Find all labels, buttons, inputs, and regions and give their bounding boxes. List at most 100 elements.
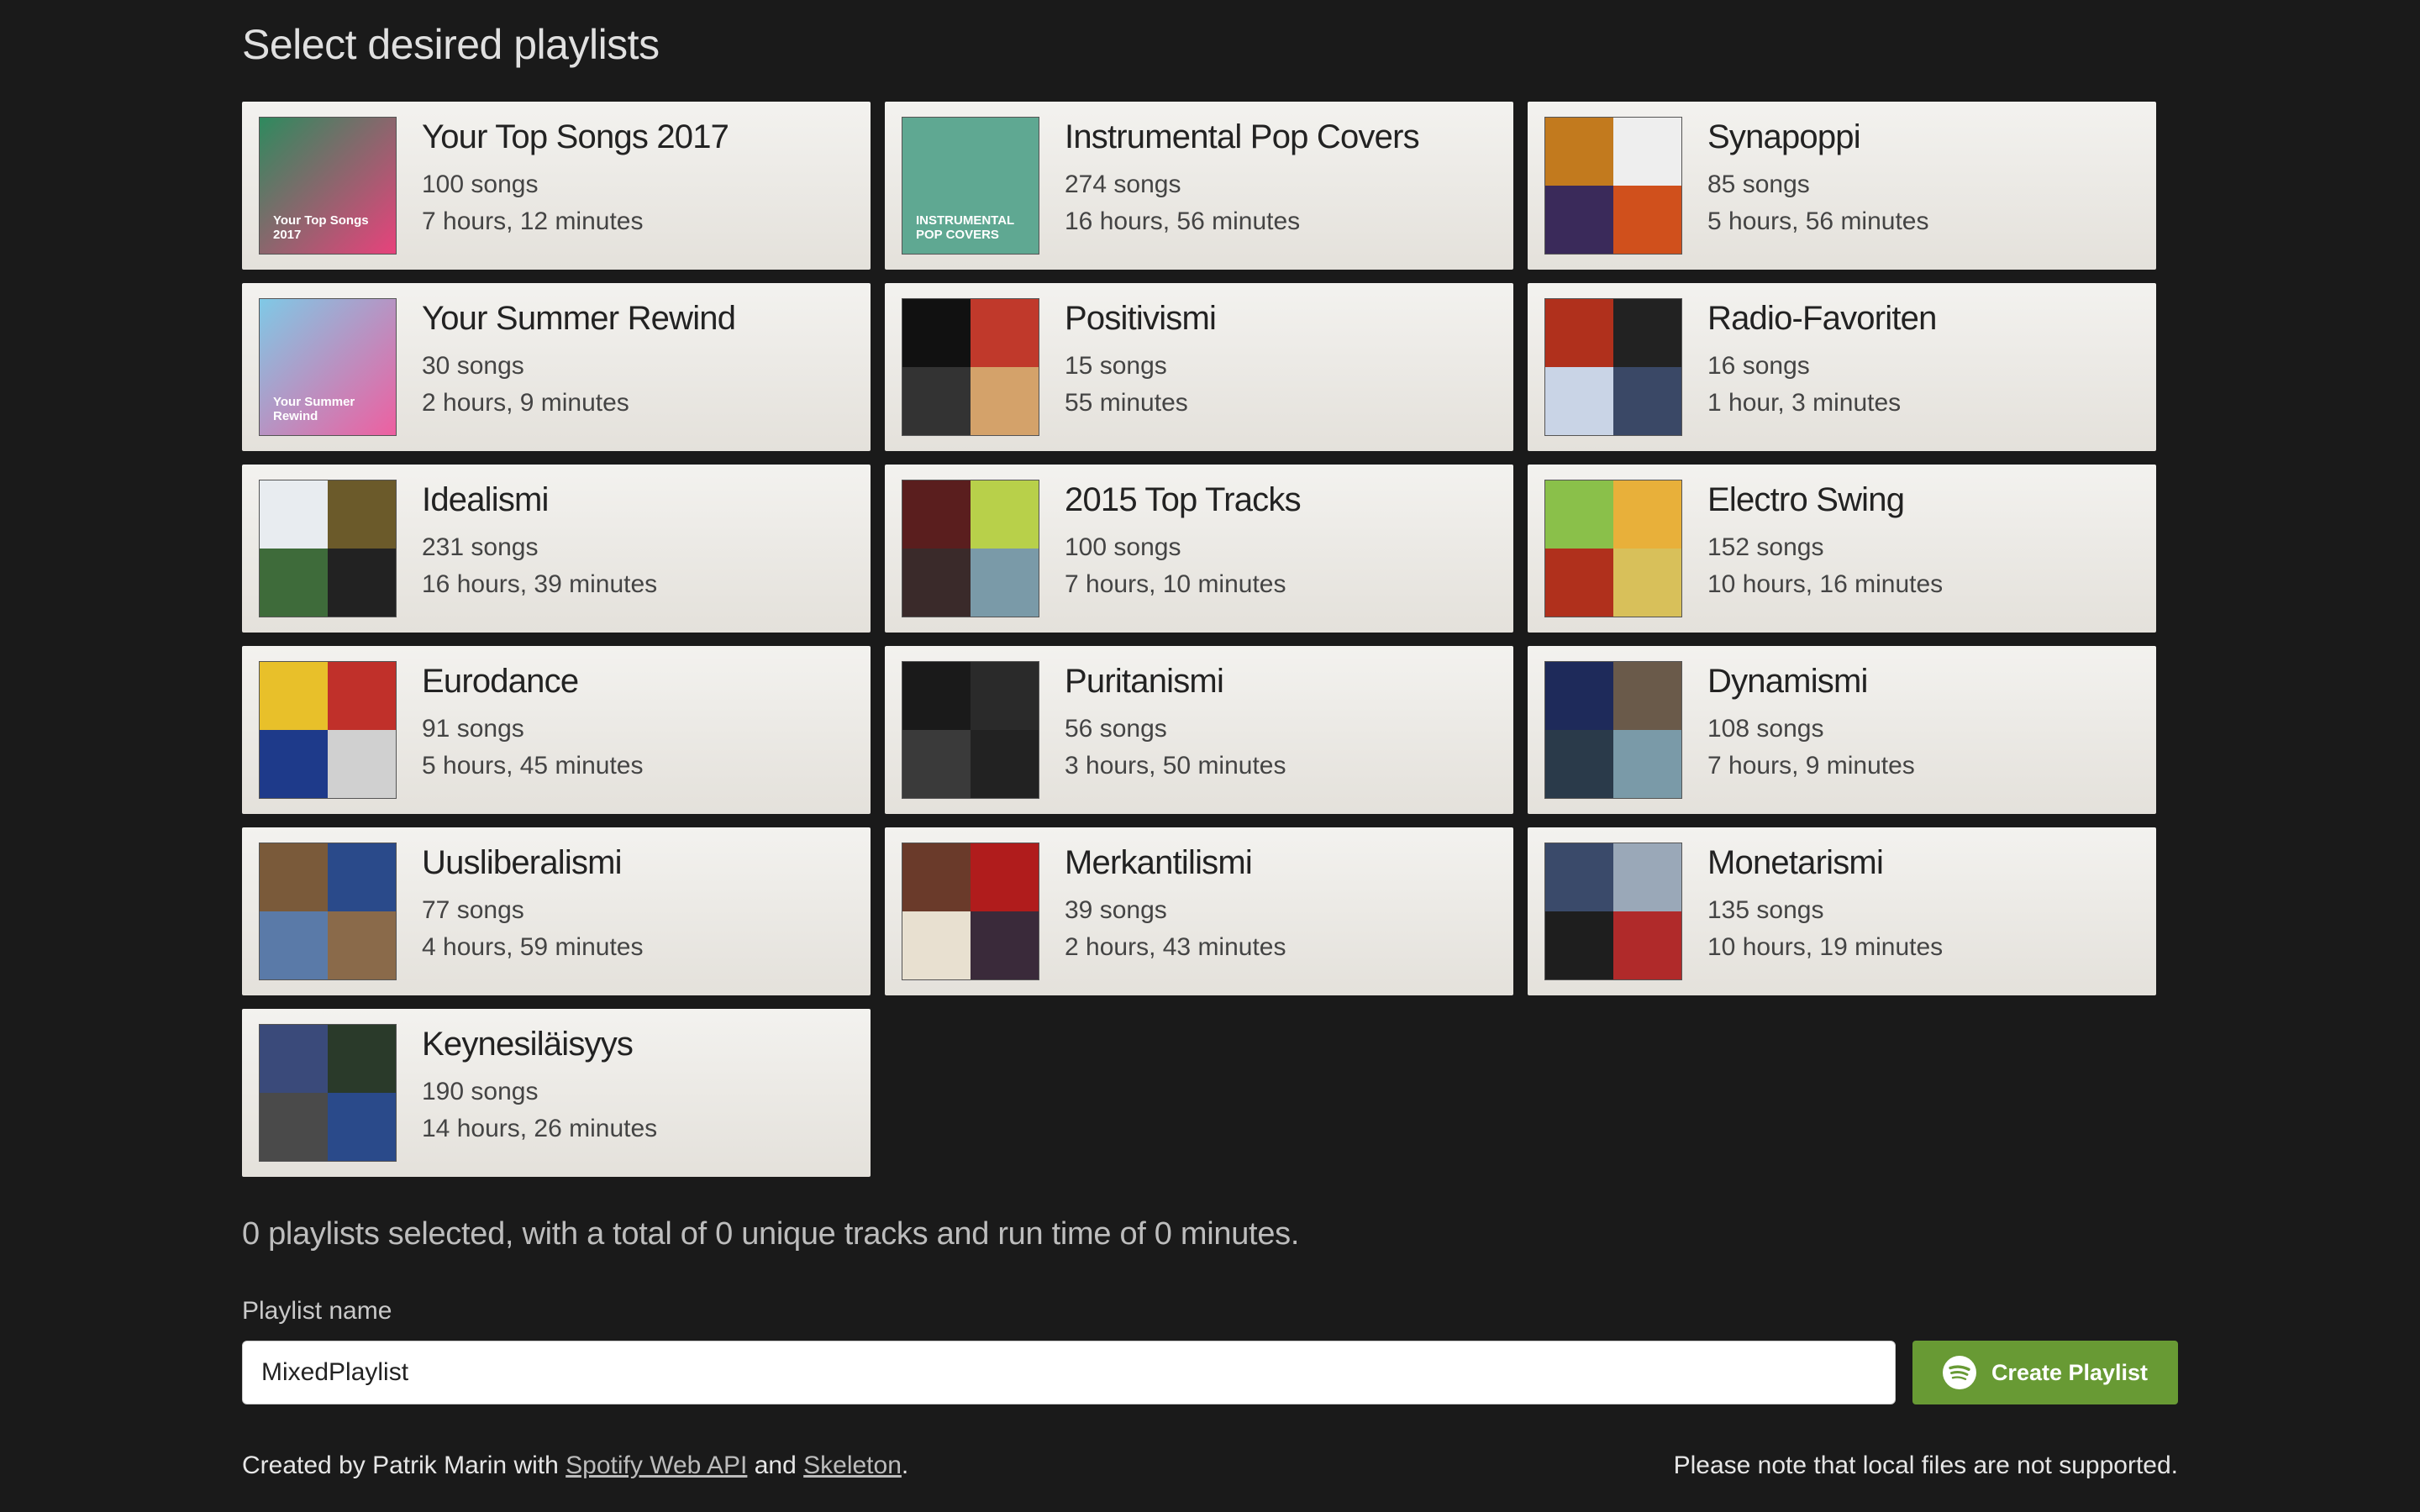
- album-art-tile: [1613, 186, 1681, 254]
- playlist-card[interactable]: Synapoppi 85 songs 5 hours, 56 minutes: [1528, 102, 2156, 270]
- playlist-cover-image: [1544, 298, 1682, 436]
- playlist-cover-image: [259, 661, 397, 799]
- playlist-cover-image: [902, 480, 1039, 617]
- playlist-card[interactable]: 2015 Top Tracks 100 songs 7 hours, 10 minu…: [885, 465, 1513, 633]
- playlist-cover-image: [902, 661, 1039, 799]
- playlist-cover-image: [1544, 117, 1682, 255]
- playlist-title: Electro Swing: [1707, 481, 1905, 518]
- playlist-title: Your Summer Rewind: [422, 300, 736, 337]
- album-art-tile: [260, 549, 328, 617]
- playlist-cover-image: Your Top Songs 2017: [259, 117, 397, 255]
- playlist-song-count: 100 songs: [422, 171, 539, 198]
- footer-note: Please note that local files are not sup…: [1673, 1452, 2178, 1479]
- album-art-tile: [260, 1025, 328, 1093]
- album-art-tile: [971, 911, 1039, 979]
- create-playlist-label: Create Playlist: [1991, 1359, 2149, 1385]
- playlist-song-count: 135 songs: [1707, 896, 1824, 924]
- playlist-card[interactable]: Idealismi 231 songs 16 hours, 39 minutes: [242, 465, 871, 633]
- playlist-duration: 2 hours, 9 minutes: [422, 389, 629, 417]
- playlist-card[interactable]: Positivismi 15 songs 55 minutes: [885, 283, 1513, 451]
- playlist-cover-image: INSTRUMENTAL POP COVERS: [902, 117, 1039, 255]
- album-art-tile: [971, 480, 1039, 549]
- page-title: Select desired playlists: [242, 21, 660, 68]
- playlist-title: Keynesiläisyys: [422, 1026, 634, 1063]
- playlist-card[interactable]: Monetarismi 135 songs 10 hours, 19 minutes: [1528, 827, 2156, 995]
- album-art-tile: [902, 730, 971, 798]
- playlist-card[interactable]: Puritanismi 56 songs 3 hours, 50 minutes: [885, 646, 1513, 814]
- playlist-duration: 14 hours, 26 minutes: [422, 1115, 658, 1142]
- spotify-web-api-link[interactable]: Spotify Web API: [566, 1452, 747, 1479]
- playlist-cover-text: Your Summer Rewind: [273, 394, 355, 423]
- playlist-duration: 16 hours, 39 minutes: [422, 570, 658, 598]
- album-art-tile: [1545, 662, 1613, 730]
- playlist-duration: 1 hour, 3 minutes: [1707, 389, 1902, 417]
- playlist-card[interactable]: Radio-Favoriten 16 songs 1 hour, 3 minutes: [1528, 283, 2156, 451]
- album-art-tile: [1545, 480, 1613, 549]
- playlist-cover-image: [259, 1024, 397, 1162]
- album-art-tile: [260, 843, 328, 911]
- playlist-card[interactable]: Dynamismi 108 songs 7 hours, 9 minutes: [1528, 646, 2156, 814]
- album-art-tile: [1545, 549, 1613, 617]
- playlist-card[interactable]: Your Summer Rewind Your Summer Rewind 30 s…: [242, 283, 871, 451]
- album-art-tile: [902, 299, 971, 367]
- playlist-cover-image: [902, 298, 1039, 436]
- playlist-duration: 2 hours, 43 minutes: [1065, 933, 1286, 961]
- album-art-tile: [902, 480, 971, 549]
- album-art-tile: [1545, 186, 1613, 254]
- spotify-icon: [1942, 1356, 1976, 1389]
- playlist-card[interactable]: INSTRUMENTAL POP COVERS Instrumental Pop …: [885, 102, 1513, 270]
- playlist-card[interactable]: Electro Swing 152 songs 10 hours, 16 minut…: [1528, 465, 2156, 633]
- playlist-duration: 7 hours, 12 minutes: [422, 207, 644, 235]
- album-art-tile: [328, 911, 396, 979]
- album-art-tile: [902, 911, 971, 979]
- playlist-song-count: 16 songs: [1707, 352, 1810, 380]
- album-art-tile: [328, 1093, 396, 1161]
- playlist-cover-text: INSTRUMENTAL POP COVERS: [916, 213, 1014, 242]
- playlist-song-count: 231 songs: [422, 533, 539, 561]
- playlist-duration: 7 hours, 10 minutes: [1065, 570, 1286, 598]
- playlist-card[interactable]: Keynesiläisyys 190 songs 14 hours, 26 minu…: [242, 1009, 871, 1177]
- album-art-tile: [1613, 843, 1681, 911]
- playlist-song-count: 100 songs: [1065, 533, 1181, 561]
- playlist-card[interactable]: Eurodance 91 songs 5 hours, 45 minutes: [242, 646, 871, 814]
- playlist-title: Synapoppi: [1707, 118, 1861, 155]
- album-art-tile: [328, 843, 396, 911]
- playlist-card[interactable]: Uusliberalismi 77 songs 4 hours, 59 minute…: [242, 827, 871, 995]
- album-art-tile: [971, 367, 1039, 435]
- playlist-duration: 5 hours, 56 minutes: [1707, 207, 1929, 235]
- album-art-tile: [328, 1025, 396, 1093]
- skeleton-link[interactable]: Skeleton: [803, 1452, 902, 1479]
- album-art-tile: [902, 843, 971, 911]
- playlist-title: Uusliberalismi: [422, 844, 623, 881]
- album-art-tile: [1613, 730, 1681, 798]
- playlist-title: Monetarismi: [1707, 844, 1884, 881]
- playlist-card[interactable]: Your Top Songs 2017 Your Top Songs 2017 10…: [242, 102, 871, 270]
- playlist-card[interactable]: Merkantilismi 39 songs 2 hours, 43 minutes: [885, 827, 1513, 995]
- album-art-tile: [1545, 730, 1613, 798]
- playlist-cover-image: Your Summer Rewind: [259, 298, 397, 436]
- playlist-song-count: 30 songs: [422, 352, 524, 380]
- album-art-tile: [1545, 118, 1613, 186]
- playlist-title: Dynamismi: [1707, 663, 1868, 700]
- playlist-duration: 10 hours, 19 minutes: [1707, 933, 1944, 961]
- playlist-title: Eurodance: [422, 663, 579, 700]
- playlist-name-input[interactable]: [242, 1341, 1896, 1404]
- album-art-tile: [260, 1093, 328, 1161]
- album-art-tile: [971, 662, 1039, 730]
- album-art-tile: [1545, 299, 1613, 367]
- playlist-song-count: 274 songs: [1065, 171, 1181, 198]
- playlist-song-count: 15 songs: [1065, 352, 1167, 380]
- album-art-tile: [328, 549, 396, 617]
- album-art-tile: [260, 480, 328, 549]
- playlist-cover-image: [1544, 661, 1682, 799]
- album-art-tile: [260, 662, 328, 730]
- create-playlist-button[interactable]: Create Playlist: [1912, 1341, 2178, 1404]
- album-art-tile: [328, 662, 396, 730]
- playlist-title: Idealismi: [422, 481, 549, 518]
- album-art-tile: [971, 549, 1039, 617]
- playlist-song-count: 77 songs: [422, 896, 524, 924]
- playlist-title: Positivismi: [1065, 300, 1217, 337]
- footer-prefix: Created by Patrik Marin with: [242, 1452, 559, 1479]
- playlist-cover-image: [259, 480, 397, 617]
- album-art-tile: [328, 730, 396, 798]
